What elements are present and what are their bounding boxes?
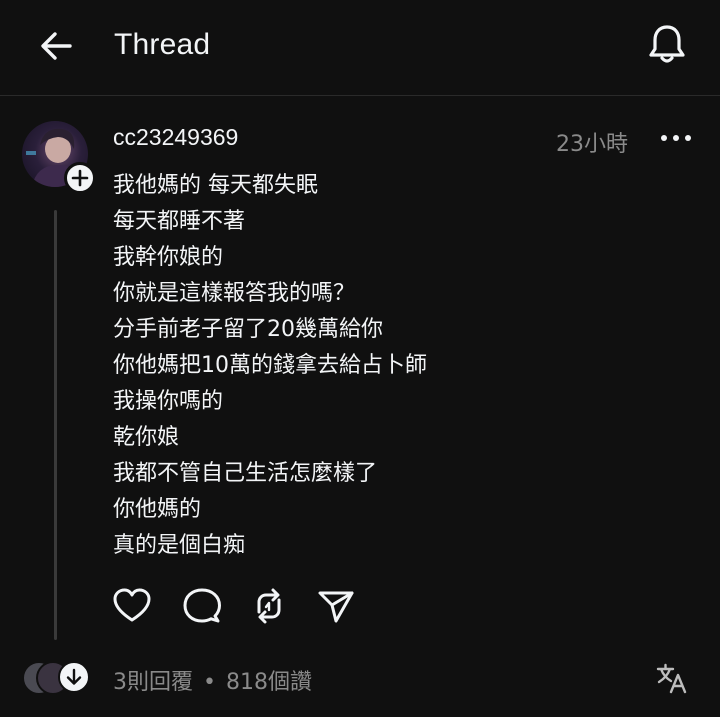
translate-button[interactable] — [655, 661, 689, 695]
username[interactable]: cc23249369 — [113, 124, 238, 151]
post-line: 你他媽的 — [113, 497, 202, 522]
post-line: 乾你娘 — [113, 425, 180, 450]
notifications-button[interactable] — [645, 20, 689, 66]
post-line: 我操你嗎的 — [113, 389, 224, 414]
timestamp: 23小時 — [556, 132, 628, 157]
likes-count[interactable]: 818個讚 — [226, 670, 312, 695]
follow-button[interactable] — [64, 162, 96, 194]
arrow-down-icon — [66, 668, 82, 685]
thread-line — [54, 210, 57, 640]
post-line: 你他媽把10萬的錢拿去給占卜師 — [113, 353, 427, 378]
post-line: 真的是個白痴 — [113, 533, 246, 558]
replies-count[interactable]: 3則回覆 — [113, 670, 193, 695]
separator-dot: • — [203, 670, 216, 695]
comment-icon — [183, 588, 221, 623]
repost-button[interactable] — [249, 586, 289, 626]
post-text: 我他媽的 每天都失眠 每天都睡不著 我幹你娘的 你就是這樣報答我的嗎？ 分手前老… — [113, 168, 673, 564]
post-line: 每天都睡不著 — [113, 209, 246, 234]
post-line: 我都不管自己生活怎麼樣了 — [113, 461, 378, 486]
heart-icon — [113, 588, 151, 622]
plus-icon — [71, 169, 89, 187]
arrow-left-icon — [41, 32, 72, 60]
replier-avatars[interactable] — [22, 661, 94, 695]
expand-replies-button[interactable] — [58, 661, 90, 693]
reply-button[interactable] — [182, 586, 222, 626]
share-icon — [318, 591, 354, 623]
back-button[interactable] — [36, 26, 76, 66]
more-options-button[interactable] — [656, 125, 696, 151]
share-button[interactable] — [316, 586, 356, 626]
translate-icon — [656, 663, 687, 694]
post-line: 我他媽的 每天都失眠 — [113, 173, 318, 198]
post-line: 我幹你娘的 — [113, 245, 224, 270]
more-horizontal-icon — [661, 135, 691, 141]
post-line: 你就是這樣報答我的嗎？ — [113, 281, 356, 306]
top-bar: Thread — [0, 0, 720, 96]
post-line: 分手前老子留了20幾萬給你 — [113, 317, 383, 342]
post-stats: 3則回覆 • 818個讚 — [113, 664, 312, 696]
bell-icon — [649, 25, 685, 63]
like-button[interactable] — [112, 586, 152, 626]
page-title: Thread — [114, 28, 211, 61]
repost-icon — [257, 588, 281, 624]
